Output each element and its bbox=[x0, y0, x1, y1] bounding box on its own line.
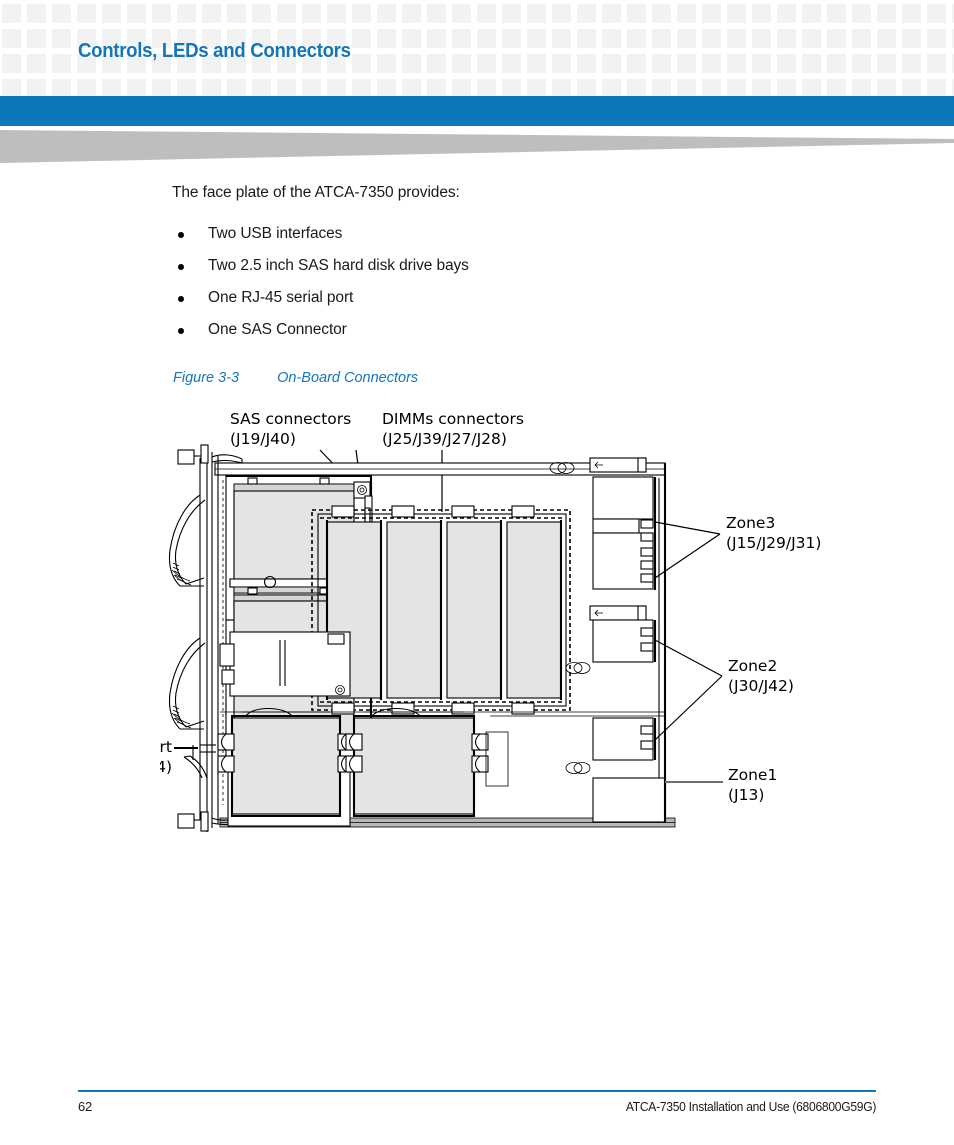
callout-zone2-title: Zone2 bbox=[728, 657, 777, 675]
callout-dimms-refs: (J25/J39/J27/J28) bbox=[382, 430, 507, 448]
zone3-connector-block bbox=[592, 476, 657, 590]
cpu-heatsink-right bbox=[345, 707, 509, 818]
list-item: One SAS Connector bbox=[172, 314, 812, 346]
footer-document-title: ATCA-7350 Installation and Use (6806800G… bbox=[625, 1099, 877, 1114]
bullet-point-icon bbox=[178, 264, 184, 270]
callout-sas-connectors-title: SAS connectors bbox=[230, 410, 351, 428]
intro-paragraph: The face plate of the ATCA-7350 provides… bbox=[172, 184, 460, 201]
bullet-point-icon bbox=[178, 232, 184, 238]
callout-zone2-refs: (J30/J42) bbox=[728, 677, 794, 695]
callout-zone3: Zone3 (J15/J29/J31) bbox=[654, 514, 821, 579]
figure-caption-title: On-Board Connectors bbox=[277, 370, 419, 386]
footer-divider bbox=[78, 1090, 876, 1092]
callout-zone1-title: Zone1 bbox=[728, 766, 777, 784]
figure-caption-label: Figure 3-3 bbox=[173, 370, 240, 386]
figure-caption: Figure 3-3 On-Board Connectors bbox=[173, 370, 418, 386]
list-item-label: One RJ-45 serial port bbox=[208, 289, 354, 306]
zone2-connector-block bbox=[592, 619, 657, 761]
callout-zone3-refs: (J15/J29/J31) bbox=[726, 534, 821, 552]
footer-page-number: 62 bbox=[78, 1099, 93, 1114]
list-item: One RJ-45 serial port bbox=[172, 282, 812, 314]
list-item-label: Two 2.5 inch SAS hard disk drive bays bbox=[208, 257, 469, 274]
feature-bullet-list: Two USB interfaces Two 2.5 inch SAS hard… bbox=[172, 218, 812, 346]
callout-zone2: Zone2 (J30/J42) bbox=[654, 639, 794, 741]
list-item-label: Two USB interfaces bbox=[208, 225, 343, 242]
figure-on-board-connectors: .ln { fill:none; stroke:#000; stroke-wid… bbox=[160, 400, 954, 860]
list-item: Two USB interfaces bbox=[172, 218, 812, 250]
header-accent-bar bbox=[0, 96, 954, 126]
callout-zone3-title: Zone3 bbox=[726, 514, 775, 532]
page-title: Controls, LEDs and Connectors bbox=[78, 39, 351, 62]
callout-sas-connectors-refs: (J19/J40) bbox=[230, 430, 296, 448]
callout-sas-port-refs: (J44) bbox=[160, 758, 172, 776]
callout-sas-port-title: SAS port bbox=[160, 738, 172, 756]
callout-dimms-title: DIMMs connectors bbox=[382, 410, 524, 428]
callout-dimms-connectors: DIMMs connectors (J25/J39/J27/J28) bbox=[382, 410, 524, 448]
list-item-label: One SAS Connector bbox=[208, 321, 347, 338]
storage-module-card bbox=[219, 631, 351, 697]
bullet-point-icon bbox=[178, 328, 184, 334]
header-swoosh-graphic bbox=[0, 127, 954, 165]
bullet-point-icon bbox=[178, 296, 184, 302]
zone1-connector-block bbox=[592, 777, 667, 823]
cpu-heatsink-left bbox=[217, 707, 355, 818]
page-header: Controls, LEDs and Connectors bbox=[0, 0, 954, 98]
callout-zone1: Zone1 (J13) bbox=[665, 766, 777, 804]
callout-sas-connectors: SAS connectors (J19/J40) bbox=[230, 410, 351, 448]
dimm-slot-group bbox=[311, 505, 571, 715]
list-item: Two 2.5 inch SAS hard disk drive bays bbox=[172, 250, 812, 282]
callout-zone1-refs: (J13) bbox=[728, 786, 764, 804]
